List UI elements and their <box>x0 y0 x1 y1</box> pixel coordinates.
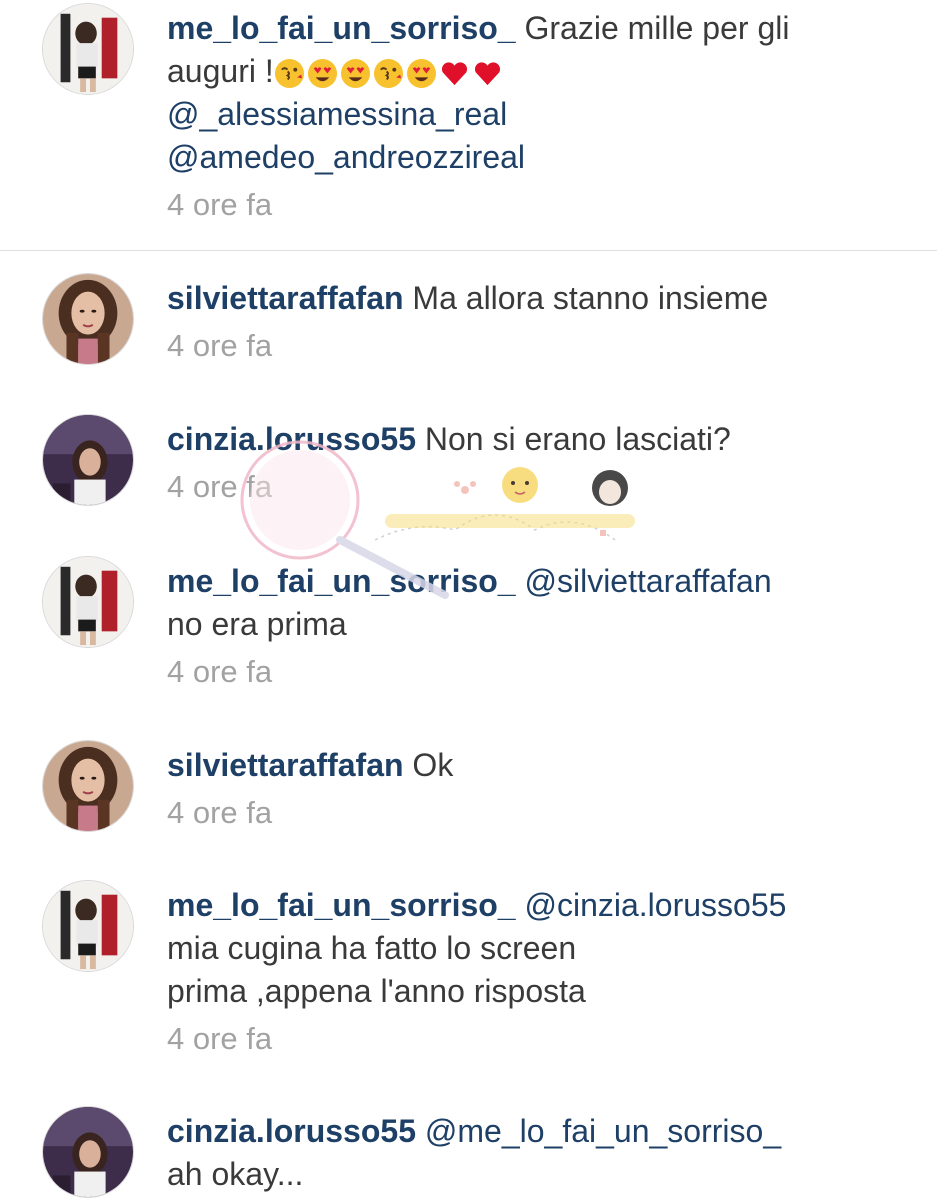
comment-text: auguri ! <box>167 53 274 89</box>
red-heart-icon <box>441 62 467 86</box>
comment-text: ah okay... <box>167 1156 304 1192</box>
comment-username[interactable]: cinzia.lorusso55 <box>167 1113 416 1149</box>
comment-mention[interactable]: @_alessiamessina_real <box>167 93 867 136</box>
avatar[interactable] <box>42 740 134 832</box>
kissing-face-icon <box>373 59 403 89</box>
kissing-face-icon <box>274 59 304 89</box>
comment-text: Ok <box>412 747 454 783</box>
comment-timestamp: 4 ore fa <box>167 328 273 363</box>
comment-mention[interactable]: @amedeo_andreozzireal <box>167 136 867 179</box>
avatar[interactable] <box>42 556 134 648</box>
comment-mention[interactable]: @cinzia.lorusso55 <box>524 887 786 923</box>
avatar[interactable] <box>42 880 134 972</box>
comment-username[interactable]: silviettaraffafan <box>167 747 404 783</box>
avatar[interactable] <box>42 273 134 365</box>
comment-timestamp: 4 ore fa <box>167 187 273 222</box>
comment-text: Grazie mille per gli <box>524 10 790 46</box>
divider <box>0 250 937 251</box>
heart-eyes-icon <box>307 59 337 89</box>
comment-username[interactable]: me_lo_fai_un_sorriso_ <box>167 10 516 46</box>
comment-text: Non si erano lasciati? <box>424 421 731 457</box>
heart-eyes-icon <box>406 59 436 89</box>
comment-username[interactable]: cinzia.lorusso55 <box>167 421 416 457</box>
comment-username[interactable]: me_lo_fai_un_sorriso_ <box>167 563 516 599</box>
avatar[interactable] <box>42 1106 134 1198</box>
comments-list: me_lo_fai_un_sorriso_ Grazie mille per g… <box>0 0 937 1200</box>
comment-text: Ma allora stanno insieme <box>412 280 769 316</box>
heart-eyes-icon <box>340 59 370 89</box>
emoji-row <box>274 58 503 89</box>
comment-timestamp: 4 ore fa <box>167 795 273 830</box>
avatar[interactable] <box>42 3 134 95</box>
comment-timestamp: 4 ore fa <box>167 469 273 504</box>
comment-username[interactable]: silviettaraffafan <box>167 280 404 316</box>
red-heart-icon <box>474 62 500 86</box>
comment-username[interactable]: me_lo_fai_un_sorriso_ <box>167 887 516 923</box>
comment-timestamp: 4 ore fa <box>167 1021 273 1056</box>
comment-text: mia cugina ha fatto lo screen <box>167 930 577 966</box>
comment-timestamp: 4 ore fa <box>167 654 273 689</box>
avatar[interactable] <box>42 414 134 506</box>
comment-mention[interactable]: @me_lo_fai_un_sorriso_ <box>425 1113 781 1149</box>
comment-mention[interactable]: @silviettaraffafan <box>524 563 771 599</box>
comment-text: no era prima <box>167 606 347 642</box>
comment-text: prima ,appena l'anno risposta <box>167 973 586 1009</box>
